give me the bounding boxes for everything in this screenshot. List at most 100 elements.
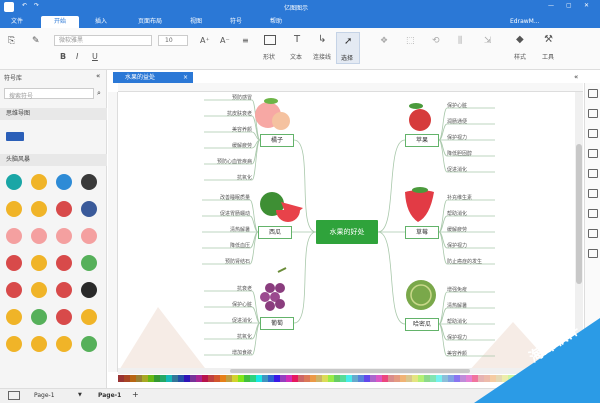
color-swatch — [316, 375, 322, 382]
section-brainstorm[interactable]: 头脑风暴 — [0, 154, 107, 166]
style-icon[interactable]: ◆ — [516, 34, 524, 45]
image-panel-icon[interactable] — [588, 149, 598, 158]
maximize-button[interactable]: ▢ — [566, 2, 572, 9]
tab-symbol[interactable]: 符号 — [224, 16, 248, 28]
text-tool-icon[interactable]: T — [294, 34, 300, 45]
brainstorm-symbol-icon — [6, 282, 22, 298]
search-icon[interactable]: ⌕ — [97, 89, 101, 98]
size-icon[interactable]: ⇲ — [484, 36, 492, 46]
color-swatch — [262, 375, 268, 382]
mindmap-symbol[interactable] — [6, 132, 24, 141]
color-swatch — [322, 375, 328, 382]
close-tab-icon[interactable]: × — [183, 72, 188, 83]
theme-panel-icon[interactable] — [588, 249, 598, 258]
color-swatch — [466, 375, 472, 382]
italic-icon[interactable]: I — [76, 52, 78, 61]
color-swatch — [418, 375, 424, 382]
group-icon[interactable]: ⬚ — [406, 36, 415, 46]
connector-tool-label[interactable]: 连接线 — [313, 52, 331, 61]
horizontal-scrollbar[interactable] — [118, 368, 573, 374]
connector-tool-icon[interactable]: ↳ — [318, 34, 326, 45]
layer-icon[interactable]: ❖ — [380, 36, 388, 46]
collapse-canvas-icon[interactable]: « — [574, 73, 578, 81]
collapse-panel-icon[interactable]: « — [96, 72, 100, 80]
page-panel-icon[interactable] — [588, 169, 598, 178]
page-select-chevron-icon[interactable]: ▼ — [78, 392, 82, 398]
page-select[interactable]: Page-1 — [34, 392, 55, 399]
horizontal-scroll-thumb[interactable] — [230, 369, 470, 373]
font-size-select[interactable]: 10 — [158, 35, 188, 46]
history-panel-icon[interactable] — [588, 209, 598, 218]
color-swatch — [238, 375, 244, 382]
brainstorm-symbol-icon — [6, 201, 22, 217]
peach-icon — [255, 98, 290, 130]
minimize-button[interactable]: — — [548, 2, 554, 9]
symbol-search-input[interactable]: 搜索符号 — [4, 88, 94, 100]
format-painter-icon[interactable]: ✎ — [32, 36, 40, 46]
page-tab-active[interactable]: Page-1 — [98, 392, 121, 399]
paste-icon[interactable]: ⎘ — [8, 36, 15, 46]
layers-panel-icon[interactable] — [588, 129, 598, 138]
tab-insert[interactable]: 插入 — [88, 16, 114, 28]
font-shrink-icon[interactable]: A⁻ — [220, 36, 230, 45]
tab-home[interactable]: 开始 — [41, 16, 79, 28]
tools-label[interactable]: 工具 — [542, 52, 554, 61]
brainstorm-symbol-icon — [31, 336, 47, 352]
document-tab[interactable]: 水果的益处 × — [113, 72, 193, 83]
tools-icon[interactable]: ⚒ — [544, 34, 553, 45]
color-swatch — [436, 375, 442, 382]
redo-icon[interactable]: ↷ — [34, 2, 39, 9]
text-tool-label[interactable]: 文本 — [290, 52, 302, 61]
select-tool-icon: ➚ — [344, 36, 353, 47]
tab-view[interactable]: 视图 — [184, 16, 208, 28]
user-name[interactable]: EdrawM... — [510, 18, 540, 25]
style-panel-icon[interactable] — [588, 89, 598, 98]
brainstorm-symbol-icon — [81, 336, 97, 352]
align-center-icon[interactable]: ≡ — [242, 36, 249, 45]
chart-panel-icon[interactable] — [588, 189, 598, 198]
color-palette[interactable] — [118, 375, 568, 382]
undo-icon[interactable]: ↶ — [22, 2, 27, 9]
tab-help[interactable]: 帮助 — [264, 16, 288, 28]
align-icon[interactable]: ⫼ — [458, 36, 462, 46]
drawing-canvas[interactable]: 水果的好处 橘子 预防感冒 抗皮肤衰老 美容养颜 缓解疲劳 预防心血管疾病 抗氧化 西瓜 改善睡… — [118, 92, 573, 372]
document-tab-label: 水果的益处 — [125, 74, 156, 81]
color-swatch — [256, 375, 262, 382]
color-swatch — [136, 375, 142, 382]
bold-icon[interactable]: B — [60, 52, 66, 61]
color-swatch — [328, 375, 334, 382]
color-swatch — [430, 375, 436, 382]
color-swatch — [304, 375, 310, 382]
color-swatch — [232, 375, 238, 382]
search-placeholder: 搜索符号 — [9, 93, 34, 100]
vertical-scroll-thumb[interactable] — [576, 144, 582, 284]
close-button[interactable]: ✕ — [584, 2, 589, 9]
brainstorm-symbol-icon — [56, 336, 72, 352]
color-swatch — [346, 375, 352, 382]
font-family-select[interactable]: 微软雅黑 — [54, 35, 152, 46]
brainstorm-symbol-icon — [31, 201, 47, 217]
color-swatch — [376, 375, 382, 382]
shape-tool-label[interactable]: 形状 — [263, 52, 275, 61]
brainstorm-symbol-icon — [81, 228, 97, 244]
style-label[interactable]: 样式 — [514, 52, 526, 61]
shape-tool-icon[interactable] — [264, 35, 276, 45]
add-page-icon[interactable]: + — [132, 390, 139, 399]
section-mindmap[interactable]: 思维导图 — [0, 108, 107, 120]
tab-page-layout[interactable]: 页面布局 — [130, 16, 170, 28]
page-nav-icon[interactable] — [8, 391, 20, 400]
font-grow-icon[interactable]: A⁺ — [200, 36, 210, 45]
color-swatch — [244, 375, 250, 382]
select-tool[interactable]: ➚ 选择 — [336, 32, 360, 64]
fill-panel-icon[interactable] — [588, 109, 598, 118]
section-brainstorm-label: 头脑风暴 — [6, 156, 31, 163]
brainstorm-symbol-icon — [81, 201, 97, 217]
tab-file[interactable]: 文件 — [6, 16, 28, 28]
underline-icon[interactable]: U — [92, 52, 98, 61]
brainstorm-symbol-icon — [6, 174, 22, 190]
color-swatch — [370, 375, 376, 382]
table-panel-icon[interactable] — [588, 229, 598, 238]
color-swatch — [250, 375, 256, 382]
color-swatch — [208, 375, 214, 382]
rotate-icon[interactable]: ⟲ — [432, 36, 440, 46]
